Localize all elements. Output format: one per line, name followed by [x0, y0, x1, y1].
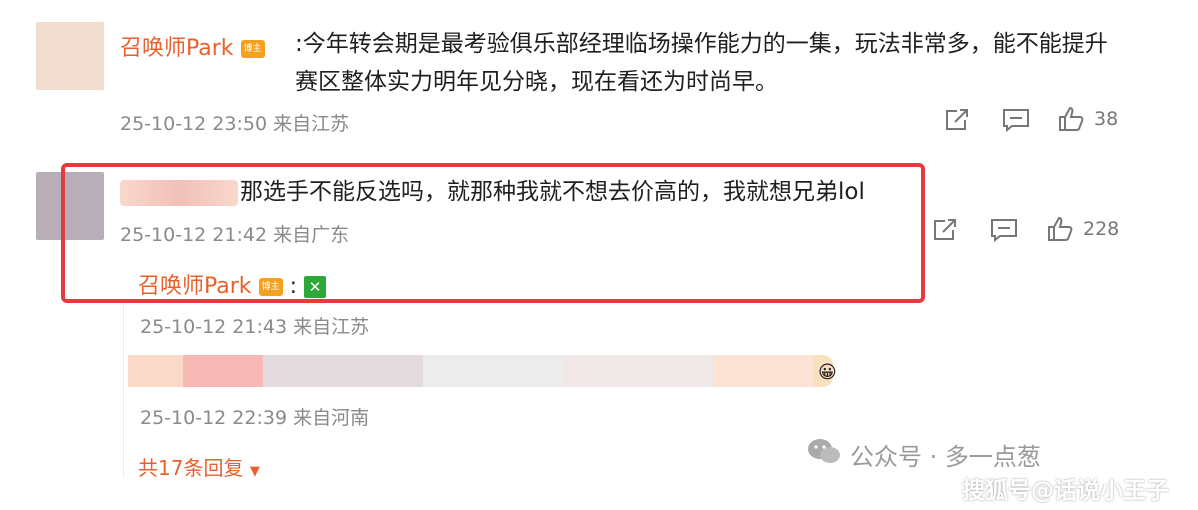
- blurred-reply: [128, 355, 833, 387]
- like-count: 228: [1083, 218, 1120, 240]
- comment-text: :今年转会期是最考验俱乐部经理临场操作能力的一集，玩法非常多，能不能提升赛区整体…: [295, 25, 1125, 101]
- wechat-watermark: 公众号 · 多一点葱: [806, 436, 1041, 472]
- share-icon: [944, 108, 970, 132]
- thumbs-up-icon: [1047, 216, 1073, 242]
- more-replies-label[interactable]: 共17条回复: [138, 456, 243, 480]
- wechat-icon: [806, 436, 842, 472]
- share-button[interactable]: [932, 218, 958, 242]
- comment-meta: 25-10-12 23:50 来自江苏: [120, 113, 350, 135]
- comment-icon: [1002, 108, 1030, 132]
- comment-button[interactable]: [1002, 108, 1030, 132]
- thumbs-up-icon: [1058, 106, 1084, 132]
- highlight-box: [61, 163, 925, 303]
- avatar[interactable]: [36, 22, 104, 90]
- like-button[interactable]: 38: [1058, 106, 1118, 132]
- reply-meta: 25-10-12 22:39 来自河南: [140, 407, 370, 429]
- comment-author[interactable]: 召唤师Park 博主: [120, 30, 265, 62]
- share-button[interactable]: [944, 108, 970, 132]
- like-count: 38: [1094, 108, 1119, 130]
- reply-thread-line: [123, 300, 124, 478]
- emoji-icon: 😀: [818, 362, 837, 383]
- more-replies-link[interactable]: 共17条回复 ▼: [138, 452, 260, 481]
- sohu-watermark: 搜狐号@话说小王子: [962, 478, 1169, 504]
- like-button[interactable]: 228: [1047, 216, 1119, 242]
- reply-meta: 25-10-12 21:43 来自江苏: [140, 316, 370, 338]
- author-name[interactable]: 召唤师Park: [120, 36, 234, 61]
- wechat-watermark-text: 公众号 · 多一点葱: [850, 442, 1041, 471]
- comment-button[interactable]: [990, 218, 1018, 242]
- caret-down-icon: ▼: [249, 464, 260, 479]
- comment-body: :今年转会期是最考验俱乐部经理临场操作能力的一集，玩法非常多，能不能提升赛区整体…: [295, 31, 1108, 95]
- blogger-badge: 博主: [240, 40, 265, 58]
- comment-icon: [990, 218, 1018, 242]
- share-icon: [932, 218, 958, 242]
